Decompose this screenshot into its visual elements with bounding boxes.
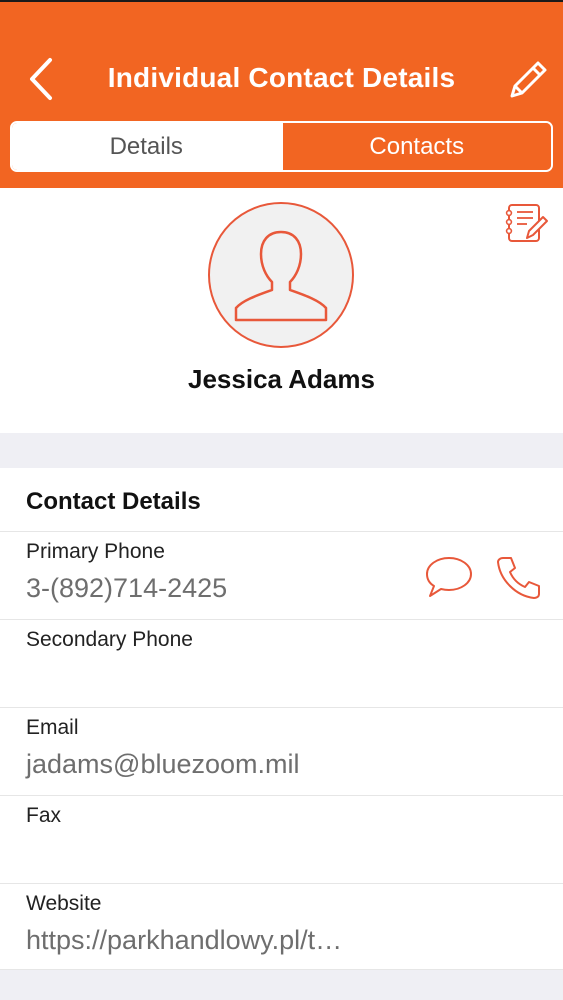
field-label: Website	[26, 892, 102, 915]
fax-row[interactable]: Fax	[0, 795, 563, 883]
field-label: Fax	[26, 804, 62, 827]
notebook-edit-icon	[505, 204, 548, 242]
phone-icon	[497, 557, 540, 599]
contact-name: Jessica Adams	[188, 364, 375, 394]
secondary-phone-row[interactable]: Secondary Phone	[0, 619, 563, 707]
nav-header: Individual Contact Details Details Conta…	[0, 0, 563, 188]
primary-phone-row[interactable]: Primary Phone 3-(892)714-2425	[0, 531, 563, 619]
page-title: Individual Contact Details	[107, 62, 456, 93]
section-title: Contact Details	[26, 488, 201, 515]
message-button[interactable]	[424, 554, 474, 600]
person-silhouette-icon	[234, 230, 328, 322]
status-bar-strip	[0, 0, 563, 2]
back-button[interactable]	[24, 54, 64, 104]
call-button[interactable]	[494, 552, 544, 602]
edit-button[interactable]	[504, 56, 552, 104]
email-value: jadams@bluezoom.mil	[26, 749, 300, 779]
chevron-left-icon	[30, 58, 52, 100]
details-contacts-segmented-control: Details Contacts	[10, 121, 553, 172]
website-row[interactable]: Website https://parkhandlowy.pl/t…	[0, 883, 563, 971]
field-label: Secondary Phone	[26, 628, 193, 651]
pencil-icon	[510, 61, 547, 98]
notes-button[interactable]	[503, 202, 549, 244]
website-value: https://parkhandlowy.pl/t…	[26, 925, 343, 955]
contact-details-section: Contact Details Primary Phone 3-(892)714…	[0, 468, 563, 970]
tab-contacts[interactable]: Contacts	[280, 123, 551, 170]
avatar[interactable]	[208, 202, 354, 348]
tab-details[interactable]: Details	[12, 123, 281, 170]
email-row[interactable]: Email jadams@bluezoom.mil	[0, 707, 563, 795]
profile-card: Jessica Adams	[0, 188, 563, 433]
field-label: Primary Phone	[26, 540, 165, 563]
field-label: Email	[26, 716, 79, 739]
primary-phone-value: 3-(892)714-2425	[26, 573, 228, 603]
message-icon	[426, 557, 472, 597]
divider	[0, 969, 563, 970]
